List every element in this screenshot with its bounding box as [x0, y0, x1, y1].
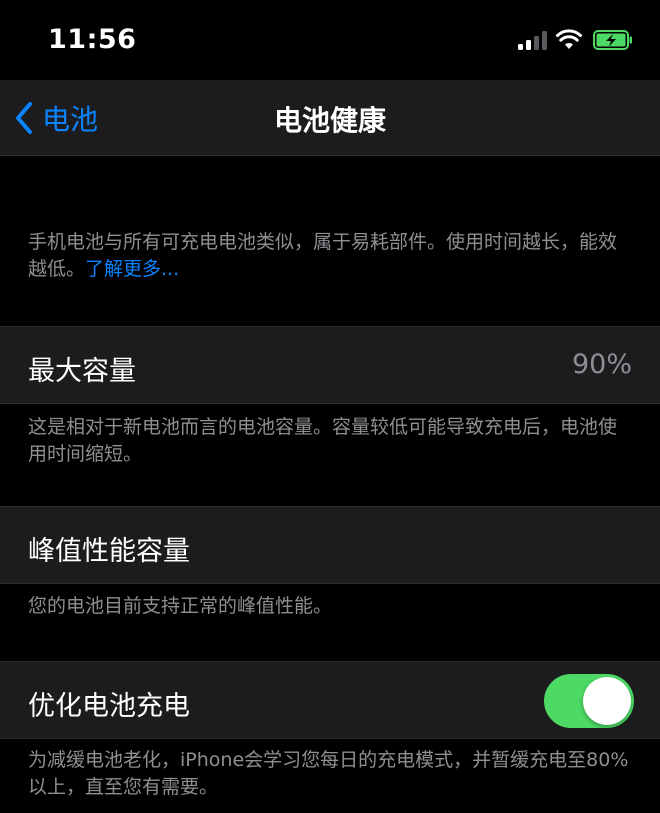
max-capacity-value: 90% — [571, 349, 632, 380]
status-bar: 11:56 — [0, 0, 660, 80]
status-time: 11:56 — [48, 24, 137, 55]
max-capacity-description: 这是相对于新电池而言的电池容量。容量较低可能导致充电后，电池使用时间缩短。 — [28, 416, 618, 465]
optimized-charging-toggle[interactable] — [544, 674, 634, 728]
peak-performance-description: 您的电池目前支持正常的峰值性能。 — [28, 595, 333, 617]
max-capacity-row: 最大容量 90% — [0, 326, 660, 404]
peak-performance-label: 峰值性能容量 — [28, 536, 190, 567]
intro-text-block: 手机电池与所有可充电电池类似，属于易耗部件。使用时间越长，能效越低。了解更多..… — [28, 229, 633, 283]
learn-more-link[interactable]: 了解更多... — [85, 258, 179, 280]
toggle-knob — [583, 677, 631, 725]
wifi-icon — [556, 29, 582, 49]
battery-charging-icon — [593, 30, 632, 50]
page-title: 电池健康 — [273, 104, 386, 137]
optimized-charging-label: 优化电池充电 — [28, 691, 190, 722]
signal-icon — [518, 30, 548, 50]
peak-performance-row: 峰值性能容量 — [0, 506, 660, 584]
optimized-charging-row: 优化电池充电 — [0, 661, 660, 739]
max-capacity-label: 最大容量 — [28, 356, 136, 387]
nav-bar: 电池 电池健康 — [0, 80, 660, 156]
optimized-charging-description: 为减缓电池老化，iPhone会学习您每日的充电模式，并暂缓充电至80%以上，直至… — [28, 749, 629, 798]
